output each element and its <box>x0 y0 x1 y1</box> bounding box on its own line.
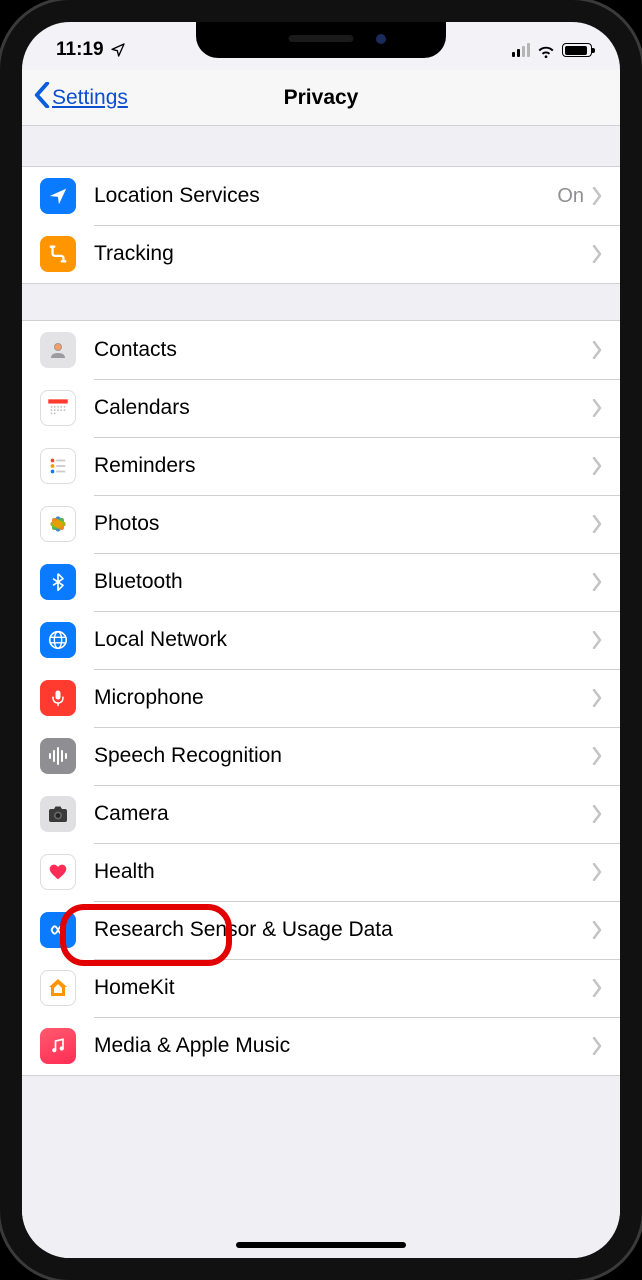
research-icon <box>40 912 76 948</box>
row-photos[interactable]: Photos <box>22 495 620 553</box>
row-label: Contacts <box>94 338 592 362</box>
row-label: Camera <box>94 802 592 826</box>
chevron-right-icon <box>592 631 602 649</box>
chevron-right-icon <box>592 457 602 475</box>
media-music-icon <box>40 1028 76 1064</box>
chevron-right-icon <box>592 341 602 359</box>
location-arrow-icon <box>110 42 126 58</box>
chevron-right-icon <box>592 921 602 939</box>
row-tracking[interactable]: Tracking <box>22 225 620 283</box>
row-label: Media & Apple Music <box>94 1034 592 1058</box>
speaker <box>289 35 354 42</box>
row-homekit[interactable]: HomeKit <box>22 959 620 1017</box>
row-speech-recognition[interactable]: Speech Recognition <box>22 727 620 785</box>
row-reminders[interactable]: Reminders <box>22 437 620 495</box>
chevron-right-icon <box>592 979 602 997</box>
homekit-icon <box>40 970 76 1006</box>
bluetooth-icon <box>40 564 76 600</box>
microphone-icon <box>40 680 76 716</box>
chevron-right-icon <box>592 515 602 533</box>
row-label: Calendars <box>94 396 592 420</box>
phone-frame: 11:19 Settings <box>0 0 642 1280</box>
row-calendars[interactable]: Calendars <box>22 379 620 437</box>
row-camera[interactable]: Camera <box>22 785 620 843</box>
row-label: Microphone <box>94 686 592 710</box>
row-label: Tracking <box>94 242 592 266</box>
section-gap <box>22 126 620 166</box>
row-contacts[interactable]: Contacts <box>22 321 620 379</box>
row-label: Photos <box>94 512 592 536</box>
contacts-icon <box>40 332 76 368</box>
row-label: Research Sensor & Usage Data <box>94 918 592 942</box>
section-gap <box>22 284 620 320</box>
cellular-signal-icon <box>512 43 530 57</box>
health-icon <box>40 854 76 890</box>
calendar-icon <box>40 390 76 426</box>
chevron-right-icon <box>592 747 602 765</box>
content[interactable]: Location Services On Tracking <box>22 126 620 1258</box>
chevron-right-icon <box>592 863 602 881</box>
chevron-right-icon <box>592 689 602 707</box>
row-label: Speech Recognition <box>94 744 592 768</box>
chevron-right-icon <box>592 187 602 205</box>
photos-icon <box>40 506 76 542</box>
group-location: Location Services On Tracking <box>22 166 620 284</box>
notch <box>196 22 446 58</box>
status-time: 11:19 <box>56 39 104 61</box>
chevron-right-icon <box>592 245 602 263</box>
home-indicator[interactable] <box>236 1242 406 1248</box>
status-right <box>512 43 592 58</box>
row-health[interactable]: Health <box>22 843 620 901</box>
wifi-icon <box>536 43 556 58</box>
local-network-icon <box>40 622 76 658</box>
row-label: Bluetooth <box>94 570 592 594</box>
tracking-icon <box>40 236 76 272</box>
speech-recognition-icon <box>40 738 76 774</box>
location-arrow-icon <box>40 178 76 214</box>
row-media-apple-music[interactable]: Media & Apple Music <box>22 1017 620 1075</box>
row-label: Reminders <box>94 454 592 478</box>
back-label: Settings <box>52 86 128 110</box>
row-microphone[interactable]: Microphone <box>22 669 620 727</box>
row-label: Location Services <box>94 184 557 208</box>
chevron-right-icon <box>592 1037 602 1055</box>
back-button[interactable]: Settings <box>34 82 128 114</box>
screen: 11:19 Settings <box>22 22 620 1258</box>
chevron-left-icon <box>34 82 50 114</box>
row-label: HomeKit <box>94 976 592 1000</box>
chevron-right-icon <box>592 573 602 591</box>
camera-icon <box>40 796 76 832</box>
page-title: Privacy <box>284 86 359 110</box>
row-label: Local Network <box>94 628 592 652</box>
row-research[interactable]: Research Sensor & Usage Data <box>22 901 620 959</box>
row-bluetooth[interactable]: Bluetooth <box>22 553 620 611</box>
row-label: Health <box>94 860 592 884</box>
battery-icon <box>562 43 592 57</box>
status-left: 11:19 <box>56 39 126 61</box>
row-value: On <box>557 185 584 208</box>
row-local-network[interactable]: Local Network <box>22 611 620 669</box>
chevron-right-icon <box>592 805 602 823</box>
chevron-right-icon <box>592 399 602 417</box>
group-privacy-list: Contacts Calendars Reminders <box>22 320 620 1076</box>
nav-bar: Settings Privacy <box>22 70 620 126</box>
row-location-services[interactable]: Location Services On <box>22 167 620 225</box>
reminders-icon <box>40 448 76 484</box>
